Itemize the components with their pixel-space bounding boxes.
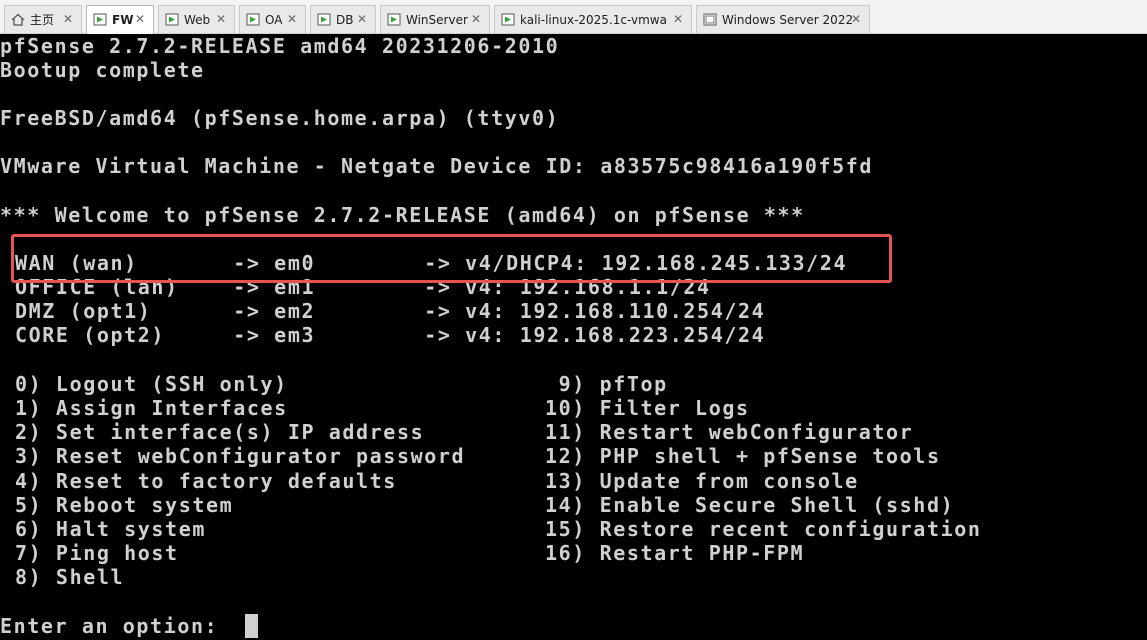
tab-db[interactable]: DB ✕ [310, 5, 376, 33]
host-tty-line: FreeBSD/amd64 (pfSense.home.arpa) (ttyv0… [0, 106, 560, 130]
vm-icon [165, 13, 179, 26]
close-icon[interactable]: ✕ [469, 12, 483, 26]
tab-label: 主页 [30, 13, 55, 27]
menu-item: 10) Filter Logs [545, 396, 750, 420]
menu-item: 8) Shell [15, 565, 125, 589]
menu-item: 15) Restore recent configuration [545, 517, 982, 541]
tab-label: FW [112, 13, 134, 27]
tab-kali-linux[interactable]: kali-linux-2025.1c-vmware-am... ✕ [494, 5, 692, 33]
close-icon[interactable]: ✕ [133, 12, 147, 26]
menu-item: 1) Assign Interfaces [15, 396, 288, 420]
menu-item: 3) Reset webConfigurator password [15, 444, 466, 468]
vm-console-screen[interactable]: pfSense 2.7.2-RELEASE amd64 20231206-201… [0, 34, 1147, 640]
vm-icon [93, 13, 107, 26]
menu-item: 14) Enable Secure Shell (sshd) [545, 493, 955, 517]
tab-web[interactable]: Web ✕ [158, 5, 235, 33]
welcome-line: *** Welcome to pfSense 2.7.2-RELEASE (am… [0, 203, 805, 227]
menu-item: 6) Halt system [15, 517, 206, 541]
tab-label: OA [265, 13, 283, 27]
menu-item: 2) Set interface(s) IP address [15, 420, 425, 444]
menu-item: 16) Restart PHP-FPM [545, 541, 805, 565]
tab-label: Windows Server 2022 [722, 13, 854, 27]
home-icon [11, 13, 25, 26]
menu-item: 7) Ping host [15, 541, 179, 565]
tab-label: Web [184, 13, 211, 27]
close-icon[interactable]: ✕ [214, 12, 228, 26]
close-icon[interactable]: ✕ [355, 12, 369, 26]
menu-item: 4) Reset to factory defaults [15, 469, 397, 493]
menu-item: 9) pfTop [545, 372, 668, 396]
close-icon[interactable]: ✕ [671, 12, 685, 26]
tab-label: WinServer [406, 13, 468, 27]
close-icon[interactable]: ✕ [285, 12, 299, 26]
menu-item: 5) Reboot system [15, 493, 234, 517]
boot-banner: pfSense 2.7.2-RELEASE amd64 20231206-201… [0, 34, 560, 58]
close-icon[interactable]: ✕ [61, 12, 75, 26]
tab-oa[interactable]: OA ✕ [239, 5, 306, 33]
vm-icon [387, 13, 401, 26]
vm-tab-bar: 主页 ✕ FW ✕ Web ✕ OA ✕ DB ✕ WinServer ✕ ka… [0, 0, 1147, 34]
device-id-line: VMware Virtual Machine - Netgate Device … [0, 154, 874, 178]
tab-windows-server-2022[interactable]: Windows Server 2022 ✕ [696, 5, 870, 33]
interface-core: CORE (opt2) -> em3 -> v4: 192.168.223.25… [15, 323, 766, 347]
tab-home[interactable]: 主页 ✕ [4, 5, 82, 33]
tab-winserver[interactable]: WinServer ✕ [380, 5, 490, 33]
menu-item: 12) PHP shell + pfSense tools [545, 444, 941, 468]
vm-window-icon [703, 13, 717, 26]
vm-icon [246, 13, 260, 26]
close-icon[interactable]: ✕ [849, 12, 863, 26]
option-prompt: Enter an option: [0, 614, 232, 638]
menu-item: 0) Logout (SSH only) [15, 372, 288, 396]
interface-dmz: DMZ (opt1) -> em2 -> v4: 192.168.110.254… [15, 299, 766, 323]
menu-item: 11) Restart webConfigurator [545, 420, 914, 444]
text-cursor [245, 614, 258, 638]
tab-label: kali-linux-2025.1c-vmware-am... [520, 13, 668, 27]
bootup-status: Bootup complete [0, 58, 205, 82]
tab-label: DB [336, 13, 354, 27]
wan-highlight-box [11, 234, 892, 283]
tab-fw[interactable]: FW ✕ [86, 5, 154, 34]
vm-icon [501, 13, 515, 26]
vm-icon [317, 13, 331, 26]
menu-item: 13) Update from console [545, 469, 859, 493]
